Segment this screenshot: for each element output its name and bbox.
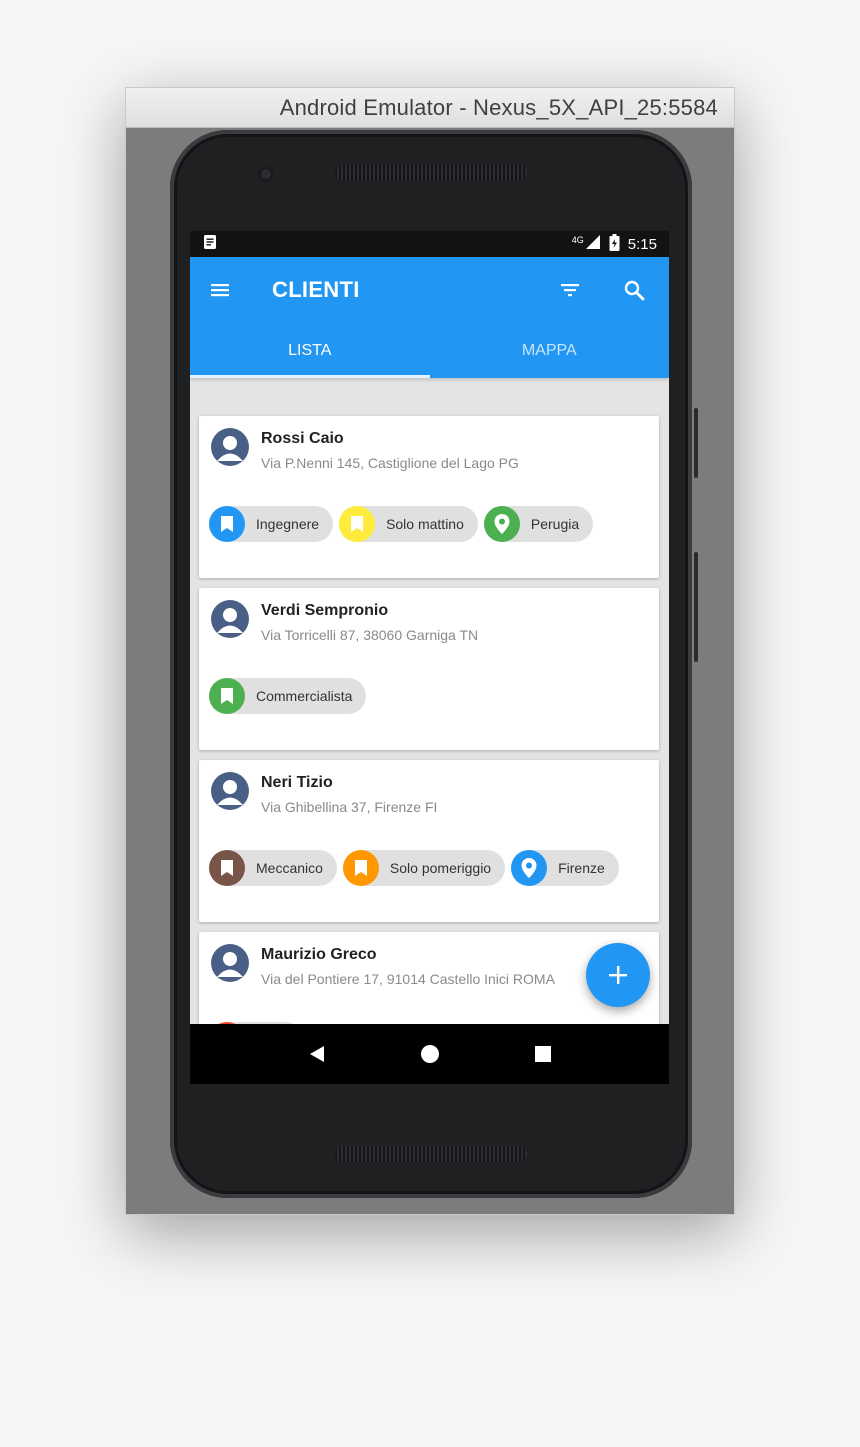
bookmark-icon xyxy=(209,506,245,542)
chip-commercialista[interactable]: Commercialista xyxy=(209,678,367,714)
client-card[interactable]: Rossi Caio Via P.Nenni 145, Castiglione … xyxy=(199,416,659,578)
chip-label: Firenze xyxy=(558,860,605,876)
client-list[interactable]: Rossi Caio Via P.Nenni 145, Castiglione … xyxy=(190,378,669,1024)
chip-solo-pomeriggio[interactable]: Solo pomeriggio xyxy=(342,850,506,886)
client-address: Via del Pontiere 17, 91014 Castello Inic… xyxy=(261,971,555,987)
network-type: 4G xyxy=(571,235,584,245)
client-address: Via P.Nenni 145, Castiglione del Lago PG xyxy=(261,455,519,471)
avatar xyxy=(211,944,249,982)
home-icon[interactable] xyxy=(410,1034,450,1074)
top-speaker xyxy=(335,165,527,181)
power-button xyxy=(694,408,698,478)
signal-icon xyxy=(585,234,601,254)
avatar xyxy=(211,772,249,810)
client-address: Via Torricelli 87, 38060 Garniga TN xyxy=(261,627,479,643)
app-bar: CLIENTI xyxy=(190,257,669,323)
client-name: Verdi Sempronio xyxy=(261,602,389,619)
avatar xyxy=(211,428,249,466)
chip-label: Solo mattino xyxy=(386,516,464,532)
menu-icon[interactable] xyxy=(208,278,232,302)
tab-lista[interactable]: LISTA xyxy=(190,323,430,378)
notification-icon xyxy=(202,234,218,254)
bookmark-icon xyxy=(342,850,379,886)
map-pin-icon xyxy=(511,850,548,886)
add-client-button[interactable] xyxy=(586,943,650,1007)
page-title: CLIENTI xyxy=(272,277,360,302)
chip-perugia[interactable]: Perugia xyxy=(483,506,594,542)
bottom-speaker xyxy=(335,1146,527,1162)
battery-icon xyxy=(609,233,620,255)
bookmark-icon xyxy=(209,678,245,714)
chip-meccanico[interactable]: Meccanico xyxy=(209,850,337,886)
chip-label: Commercialista xyxy=(256,688,353,704)
back-icon[interactable] xyxy=(297,1034,337,1074)
window-title: Android Emulator - Nexus_5X_API_25:5584 xyxy=(279,94,718,120)
chip-ingegnere[interactable]: Ingegnere xyxy=(209,506,334,542)
chip-list: Ingegnere Solo mattino Perugia xyxy=(209,506,594,542)
device-screen: 4G 5:15 CLIENTI LISTA MAPPA Rossi Caio V… xyxy=(190,231,669,1084)
window-titlebar[interactable]: Android Emulator - Nexus_5X_API_25:5584 xyxy=(126,88,734,128)
volume-button xyxy=(694,552,698,662)
client-card[interactable]: Verdi Sempronio Via Torricelli 87, 38060… xyxy=(199,588,659,750)
bookmark-icon xyxy=(209,850,245,886)
tab-bar: LISTA MAPPA xyxy=(190,323,669,378)
chip-solo-mattino[interactable]: Solo mattino xyxy=(339,506,478,542)
client-card[interactable]: Neri Tizio Via Ghibellina 37, Firenze FI… xyxy=(199,760,659,922)
chip-label: Ingegnere xyxy=(256,516,320,532)
navigation-bar xyxy=(190,1024,669,1084)
chip-label: Meccanico xyxy=(256,860,323,876)
clock: 5:15 xyxy=(627,235,657,253)
tab-mappa[interactable]: MAPPA xyxy=(430,323,670,378)
chip-label: Solo pomeriggio xyxy=(389,860,492,876)
bookmark-icon xyxy=(339,506,376,542)
client-name: Rossi Caio xyxy=(261,430,344,447)
client-name: Maurizio Greco xyxy=(261,946,377,963)
front-camera xyxy=(258,166,274,182)
chip-list: Commercialista xyxy=(209,678,367,714)
client-address: Via Ghibellina 37, Firenze FI xyxy=(261,799,438,815)
map-pin-icon xyxy=(483,506,520,542)
recents-icon[interactable] xyxy=(523,1034,563,1074)
client-name: Neri Tizio xyxy=(261,774,333,791)
chip-firenze[interactable]: Firenze xyxy=(511,850,619,886)
plus-icon xyxy=(607,964,629,986)
status-bar: 4G 5:15 xyxy=(190,231,669,257)
search-icon[interactable] xyxy=(617,273,651,307)
filter-icon[interactable] xyxy=(553,273,587,307)
avatar xyxy=(211,600,249,638)
chip-label: Perugia xyxy=(530,516,580,532)
chip-list: Meccanico Solo pomeriggio Firenze xyxy=(209,850,619,886)
